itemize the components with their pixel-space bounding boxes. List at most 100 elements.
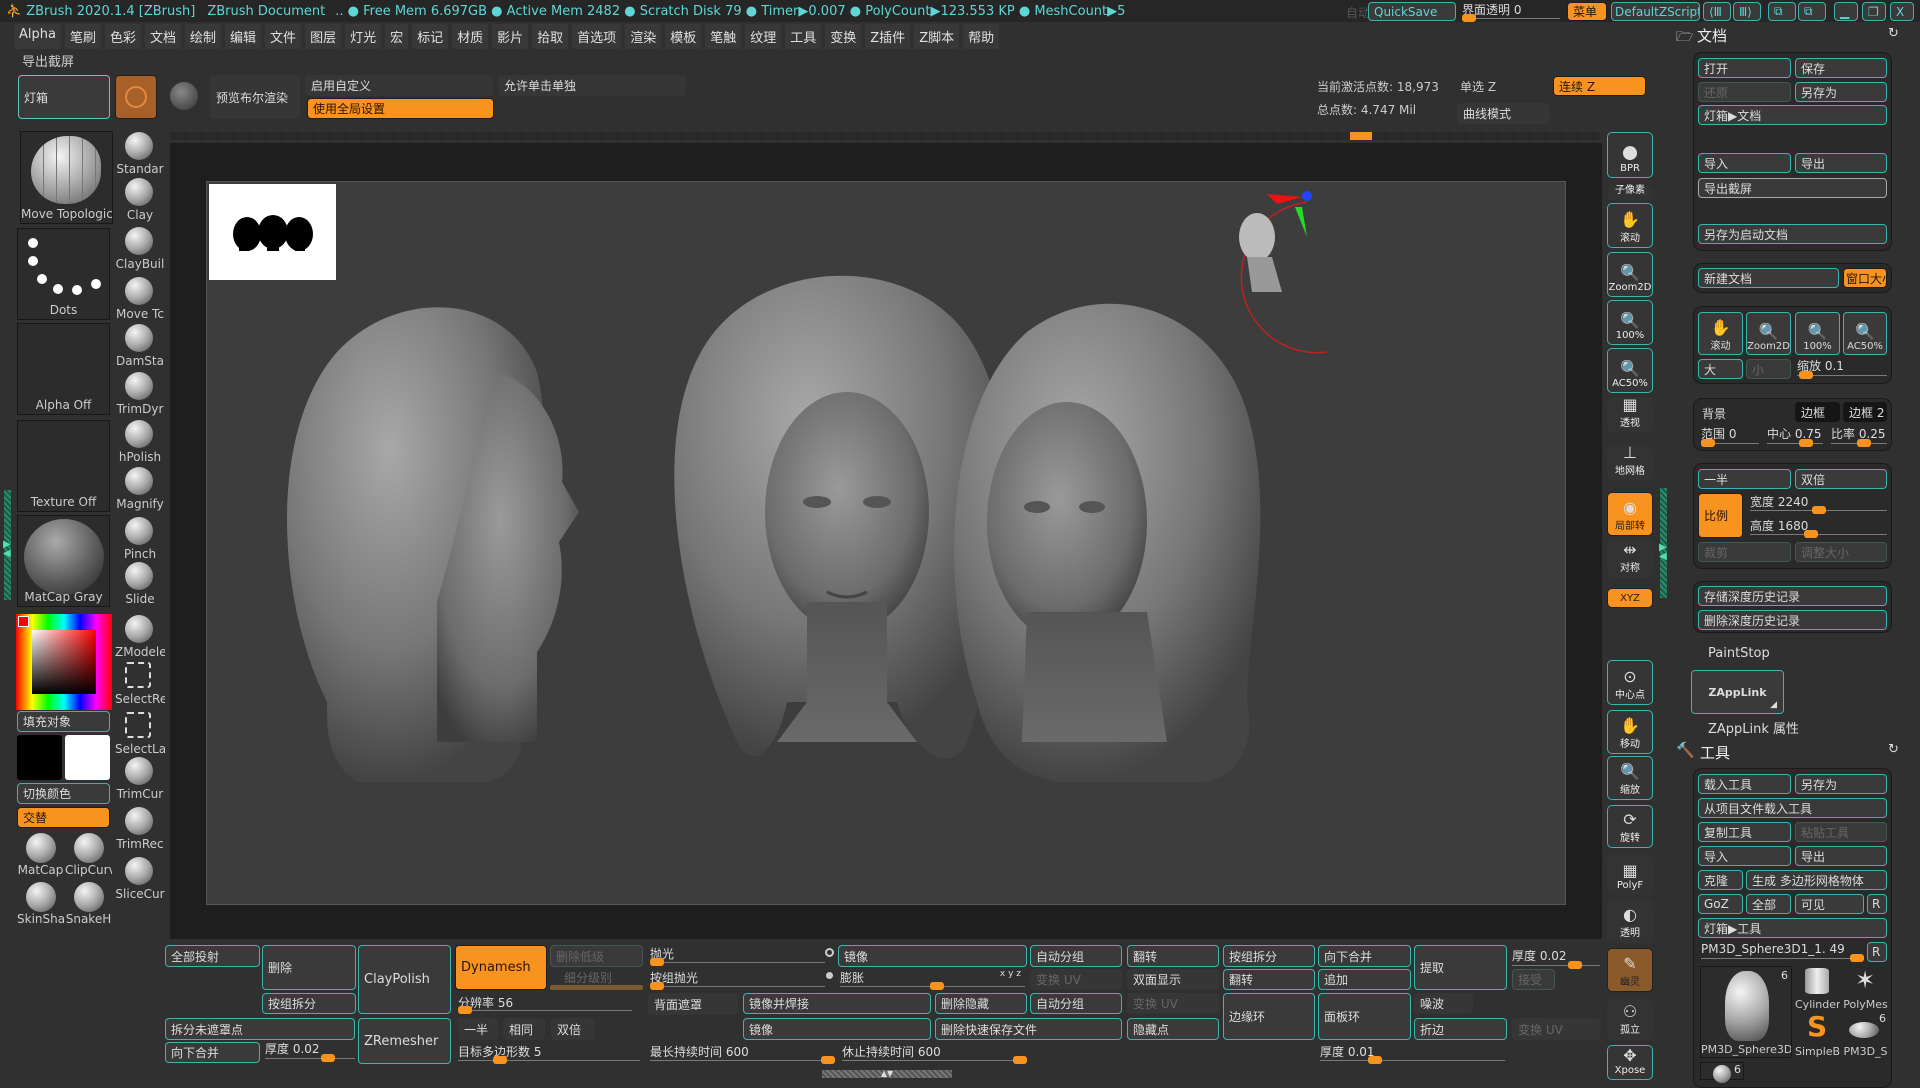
shelf-button[interactable]: 🔍 Zoom2D (1607, 252, 1653, 297)
menu-item[interactable]: 标记 (412, 24, 449, 49)
goz-r-button[interactable]: R (1867, 894, 1887, 914)
height-slider[interactable]: 高度 1680 (1750, 517, 1887, 538)
ui-transparency-slider[interactable]: 界面透明 0 (1462, 1, 1560, 22)
brush-item[interactable]: hPolish (115, 418, 165, 464)
radio-dot-icon[interactable] (826, 972, 833, 979)
dynamesh-button[interactable]: Dynamesh (455, 945, 547, 990)
half-button[interactable]: 一半 (458, 1018, 498, 1040)
boolean-render-toggle[interactable] (115, 75, 157, 119)
layout-icon[interactable]: ⧉ (1768, 2, 1796, 21)
brush-item[interactable]: Magnify (115, 465, 165, 511)
center-slider[interactable]: 中心 0.75 (1767, 425, 1823, 447)
max-duration-slider[interactable]: 最长持续时间 600 (650, 1043, 835, 1064)
sculpt-viewport[interactable] (207, 182, 1567, 906)
crease-button[interactable]: 折边 (1414, 1018, 1507, 1040)
revert-button[interactable]: 还原 (1698, 82, 1791, 102)
shelf-button[interactable]: 🔍 AC50% (1607, 348, 1653, 393)
new-document-button[interactable]: 新建文档 (1698, 268, 1839, 288)
tool-thumb[interactable]: 6 PM3D_S (1843, 1012, 1888, 1058)
tray-arrow-icon[interactable]: ▶ ◀ (1659, 543, 1667, 562)
doc-half-size-button[interactable]: 🔍 AC50% (1843, 312, 1887, 355)
accept-button[interactable]: 接受 (1512, 969, 1555, 990)
shelf-button[interactable]: XYZ (1607, 588, 1653, 608)
restore-icon[interactable]: ❐ (1862, 2, 1886, 21)
shelf-button[interactable]: ◐ 透明 (1607, 900, 1653, 943)
mirror-button[interactable]: 镜像 (838, 945, 1027, 967)
menu-item[interactable]: 模板 (665, 24, 702, 49)
split-groups-button[interactable]: 按组拆分 (262, 993, 356, 1014)
rate-slider[interactable]: 比率 0.25 (1831, 425, 1887, 447)
delete-depth-history-button[interactable]: 删除深度历史记录 (1698, 610, 1887, 630)
delete-quicksave-button[interactable]: 删除快速保存文件 (935, 1018, 1122, 1040)
menu-item[interactable]: 拾取 (532, 24, 569, 49)
curve-mode-button[interactable]: 曲线模式 (1457, 103, 1550, 124)
brush-item[interactable]: DamSta (115, 322, 165, 368)
menu-item[interactable]: 纹理 (745, 24, 782, 49)
lightbox-tool-button[interactable]: 灯箱▶工具 (1698, 918, 1887, 938)
resolution-slider[interactable]: 分辨率 56 (458, 994, 632, 1014)
export-button[interactable]: 导出 (1795, 153, 1887, 173)
tray-toggle-icon[interactable]: ⟨Ⅲ (1703, 2, 1731, 21)
shelf-button[interactable]: ⇹ 对称 (1607, 540, 1653, 578)
color-picker[interactable] (16, 614, 112, 710)
menu-item[interactable]: 绘制 (185, 24, 222, 49)
current-brush-tile[interactable]: Move Topologica (20, 131, 113, 224)
merge-down-2-button[interactable]: 向下合并 (1318, 945, 1411, 967)
goz-all-button[interactable]: 全部 (1746, 894, 1791, 914)
tool-save-as-button[interactable]: 另存为 (1795, 774, 1887, 794)
brush-item[interactable]: TrimCur (115, 755, 165, 801)
menu-item[interactable]: 笔触 (705, 24, 742, 49)
minimize-icon[interactable]: ▁ (1834, 2, 1858, 21)
small-button[interactable]: 小 (1746, 359, 1791, 379)
shelf-button[interactable]: ⚇ 孤立 (1607, 997, 1653, 1040)
secondary-color-swatch[interactable] (65, 735, 110, 780)
claypolish-button[interactable]: ClayPolish (358, 945, 451, 1014)
flip-2-button[interactable]: 翻转 (1223, 969, 1315, 990)
background-label[interactable]: 背景 (1702, 405, 1726, 422)
copy-tool-button[interactable]: 复制工具 (1698, 822, 1791, 842)
hide-points-button[interactable]: 隐藏点 (1127, 1018, 1219, 1040)
menu-item[interactable]: 帮助 (963, 24, 1000, 49)
zapplink-properties-label[interactable]: ZAppLink 属性 (1708, 718, 1799, 737)
shelf-button[interactable]: ▦ PolyF (1607, 853, 1653, 895)
clone-button[interactable]: 克隆 (1698, 870, 1743, 890)
subdiv-level-slider[interactable]: 细分级别 (550, 969, 643, 990)
import-button[interactable]: 导入 (1698, 153, 1791, 173)
close-icon[interactable]: X (1890, 2, 1914, 21)
use-global-settings-button[interactable]: 使用全局设置 (307, 98, 494, 119)
panel-loops-button[interactable]: 面板环 (1318, 993, 1411, 1040)
menu-item[interactable]: 笔刷 (64, 24, 101, 49)
delete-button[interactable]: 删除 (262, 945, 356, 990)
shelf-button[interactable]: ⊥ 地网格 (1607, 444, 1653, 481)
tool-export-button[interactable]: 导出 (1795, 846, 1887, 866)
zremesher-button[interactable]: ZRemesher (358, 1018, 451, 1064)
menu-button[interactable]: 菜单 (1567, 2, 1607, 21)
shelf-button[interactable]: ⟳ 旋转 (1607, 805, 1653, 848)
double-button[interactable]: 双倍 (551, 1018, 595, 1040)
backface-mask-button[interactable]: 背面遮罩 (648, 993, 738, 1015)
brush-item[interactable]: SelectLa (115, 710, 165, 756)
half-size-button[interactable]: 一半 (1698, 469, 1791, 489)
paintstop-label[interactable]: PaintStop (1708, 646, 1770, 661)
mirror-weld-button[interactable]: 镜像并焊接 (743, 993, 931, 1014)
resize-button[interactable]: 调整大小 (1795, 542, 1887, 562)
shelf-button[interactable]: ⊙ 中心点 (1607, 660, 1653, 705)
tray-arrow-icon[interactable]: ▶ ◀ (3, 540, 11, 559)
zoom-slider[interactable]: 缩放 0.1 (1797, 357, 1887, 379)
ratio-toggle[interactable]: 比例 (1698, 493, 1743, 538)
menu-item[interactable]: Z脚本 (914, 24, 960, 49)
brush-item[interactable]: TrimRec (115, 805, 165, 851)
shelf-button[interactable]: 🔍 缩放 (1607, 756, 1653, 800)
export-screen-button[interactable]: 导出截屏 (1698, 178, 1887, 198)
brush-item[interactable]: Slide (115, 560, 165, 606)
zapplink-button[interactable]: ZAppLink ◢ (1691, 670, 1784, 714)
shelf-button[interactable]: ✥ Xpose (1607, 1045, 1653, 1080)
material-item[interactable]: SkinSha (17, 880, 64, 926)
menu-item[interactable]: 编辑 (225, 24, 262, 49)
tool-import-button[interactable]: 导入 (1698, 846, 1791, 866)
single-z-label[interactable]: 单选 Z (1460, 78, 1496, 95)
menu-item[interactable]: 文件 (265, 24, 302, 49)
tool-thumb[interactable]: 6 (1700, 1062, 1744, 1083)
range-slider[interactable]: 范围 0 (1701, 425, 1759, 447)
noise-button[interactable]: 噪波 (1414, 993, 1473, 1014)
